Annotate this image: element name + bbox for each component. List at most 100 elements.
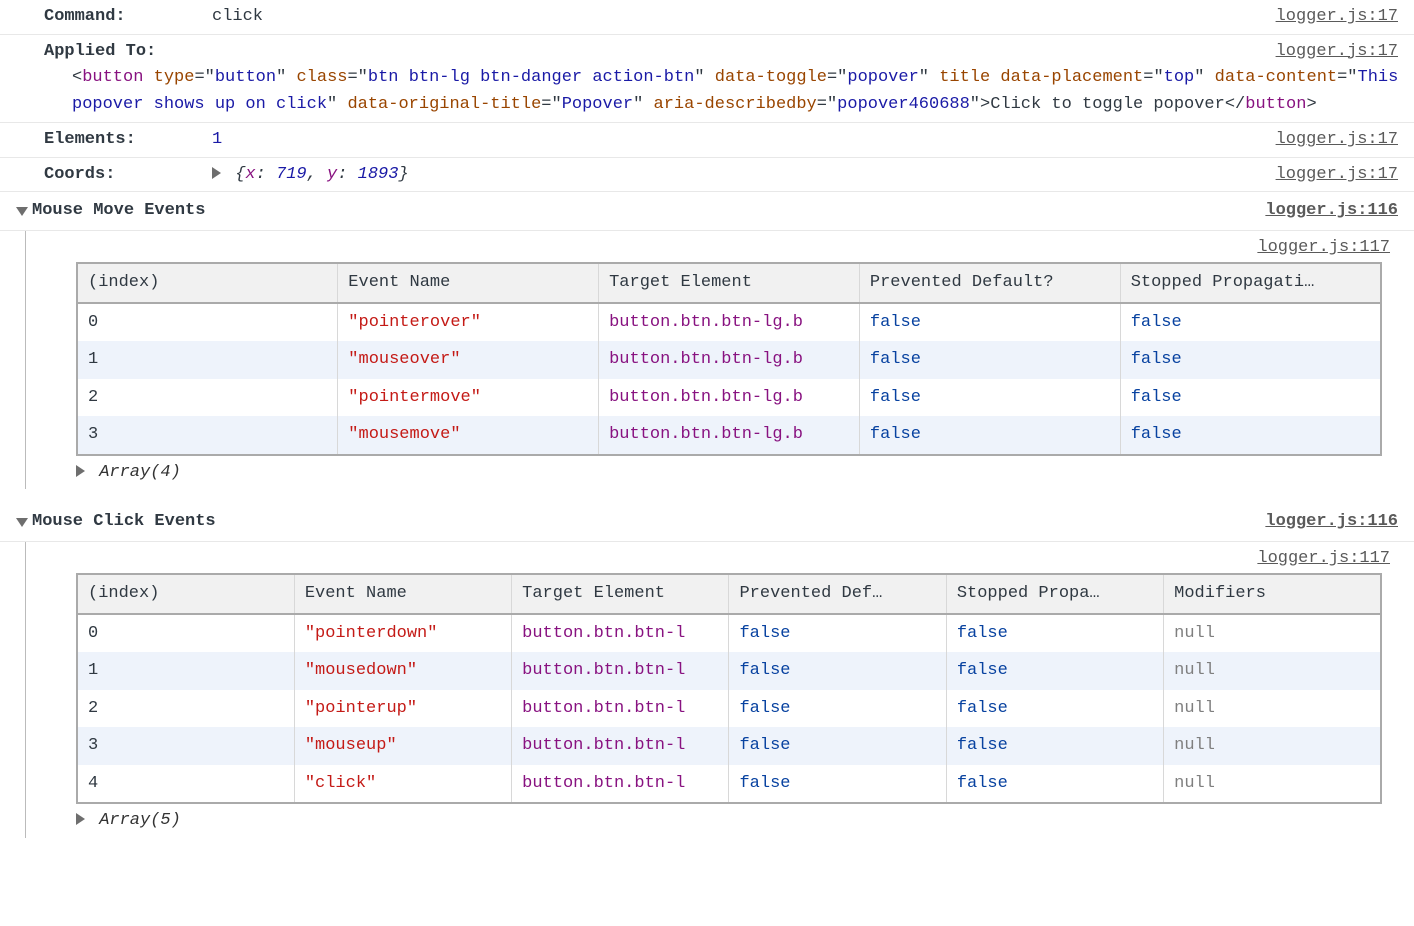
group-header-mouse-move[interactable]: Mouse Move Events logger.js:116 bbox=[0, 192, 1414, 231]
cell-prevented-default: false bbox=[729, 765, 946, 804]
devtools-console: Command: click logger.js:17 Applied To: … bbox=[0, 0, 1414, 838]
group-title: Mouse Move Events bbox=[32, 198, 205, 224]
cell-modifiers: null bbox=[1164, 765, 1381, 804]
cell-index: 4 bbox=[77, 765, 294, 804]
table-mouse-click-events: (index)Event NameTarget ElementPrevented… bbox=[76, 573, 1382, 804]
table-mouse-move-events: (index)Event NameTarget ElementPrevented… bbox=[76, 262, 1382, 456]
cell-target: button.btn.btn-l bbox=[512, 690, 729, 728]
cell-index: 0 bbox=[77, 303, 338, 342]
table-row[interactable]: 1"mousedown"button.btn.btn-lfalsefalsenu… bbox=[77, 652, 1381, 690]
triangle-right-icon[interactable] bbox=[76, 465, 85, 477]
row-command: Command: click logger.js:17 bbox=[0, 0, 1414, 35]
group-title: Mouse Click Events bbox=[32, 509, 216, 535]
cell-stopped-propagation: false bbox=[946, 690, 1163, 728]
source-link[interactable]: logger.js:17 bbox=[1276, 127, 1398, 153]
value-coords[interactable]: {x: 719, y: 1893} bbox=[212, 162, 1406, 188]
triangle-right-icon[interactable] bbox=[212, 167, 221, 179]
cell-prevented-default: false bbox=[729, 690, 946, 728]
triangle-right-icon[interactable] bbox=[76, 813, 85, 825]
cell-modifiers: null bbox=[1164, 652, 1381, 690]
table-row[interactable]: 4"click"button.btn.btn-lfalsefalsenull bbox=[77, 765, 1381, 804]
cell-stopped-propagation: false bbox=[1120, 416, 1381, 455]
table-row[interactable]: 0"pointerdown"button.btn.btn-lfalsefalse… bbox=[77, 614, 1381, 653]
label-command: Command: bbox=[44, 4, 212, 30]
triangle-down-icon[interactable] bbox=[16, 207, 28, 216]
cell-prevented-default: false bbox=[859, 416, 1120, 455]
group-header-mouse-click[interactable]: Mouse Click Events logger.js:116 bbox=[0, 503, 1414, 542]
table-header: Target Element bbox=[599, 263, 860, 303]
table-row[interactable]: 2"pointerup"button.btn.btn-lfalsefalsenu… bbox=[77, 690, 1381, 728]
table-row[interactable]: 3"mousemove"button.btn.btn-lg.bfalsefals… bbox=[77, 416, 1381, 455]
table-row[interactable]: 0"pointerover"button.btn.btn-lg.bfalsefa… bbox=[77, 303, 1381, 342]
cell-stopped-propagation: false bbox=[946, 727, 1163, 765]
table-header: Stopped Propagati… bbox=[1120, 263, 1381, 303]
table-header: Target Element bbox=[512, 574, 729, 614]
cell-index: 1 bbox=[77, 341, 338, 379]
cell-prevented-default: false bbox=[729, 652, 946, 690]
cell-target: button.btn.btn-lg.b bbox=[599, 379, 860, 417]
cell-target: button.btn.btn-lg.b bbox=[599, 303, 860, 342]
source-link[interactable]: logger.js:117 bbox=[1257, 549, 1390, 568]
group-body-mouse-move: logger.js:117 (index)Event NameTarget El… bbox=[0, 231, 1414, 490]
cell-modifiers: null bbox=[1164, 727, 1381, 765]
cell-event-name: "pointerup" bbox=[294, 690, 511, 728]
cell-index: 2 bbox=[77, 379, 338, 417]
value-elements: 1 bbox=[212, 127, 1406, 153]
cell-stopped-propagation: false bbox=[946, 614, 1163, 653]
table-header: Event Name bbox=[338, 263, 599, 303]
row-applied-to: Applied To: logger.js:17 <button type="b… bbox=[0, 35, 1414, 124]
cell-event-name: "pointerdown" bbox=[294, 614, 511, 653]
table-header: (index) bbox=[77, 263, 338, 303]
cell-stopped-propagation: false bbox=[1120, 303, 1381, 342]
cell-event-name: "click" bbox=[294, 765, 511, 804]
label-applied-to: Applied To: bbox=[44, 39, 212, 65]
table-header: Event Name bbox=[294, 574, 511, 614]
triangle-down-icon[interactable] bbox=[16, 518, 28, 527]
table-row[interactable]: 3"mouseup"button.btn.btn-lfalsefalsenull bbox=[77, 727, 1381, 765]
table-row[interactable]: 2"pointermove"button.btn.btn-lg.bfalsefa… bbox=[77, 379, 1381, 417]
cell-target: button.btn.btn-l bbox=[512, 652, 729, 690]
cell-event-name: "mousemove" bbox=[338, 416, 599, 455]
cell-modifiers: null bbox=[1164, 614, 1381, 653]
source-link[interactable]: logger.js:116 bbox=[1265, 509, 1398, 535]
source-link[interactable]: logger.js:17 bbox=[1276, 162, 1398, 188]
table-header: Modifiers bbox=[1164, 574, 1381, 614]
label-elements: Elements: bbox=[44, 127, 212, 153]
cell-event-name: "pointermove" bbox=[338, 379, 599, 417]
cell-prevented-default: false bbox=[729, 614, 946, 653]
source-link[interactable]: logger.js:117 bbox=[1257, 238, 1390, 257]
cell-event-name: "mouseup" bbox=[294, 727, 511, 765]
cell-prevented-default: false bbox=[859, 341, 1120, 379]
source-link[interactable]: logger.js:116 bbox=[1265, 198, 1398, 224]
group-body-mouse-click: logger.js:117 (index)Event NameTarget El… bbox=[0, 542, 1414, 838]
cell-target: button.btn.btn-l bbox=[512, 727, 729, 765]
cell-target: button.btn.btn-l bbox=[512, 614, 729, 653]
table-header: Stopped Propa… bbox=[946, 574, 1163, 614]
table-row[interactable]: 1"mouseover"button.btn.btn-lg.bfalsefals… bbox=[77, 341, 1381, 379]
source-link[interactable]: logger.js:17 bbox=[1276, 39, 1398, 65]
value-command: click bbox=[212, 4, 1406, 30]
html-dump[interactable]: <button type="button" class="btn btn-lg … bbox=[44, 64, 1406, 118]
array-footer[interactable]: Array(4) bbox=[76, 456, 1406, 486]
table-header: Prevented Default? bbox=[859, 263, 1120, 303]
cell-event-name: "pointerover" bbox=[338, 303, 599, 342]
label-coords: Coords: bbox=[44, 162, 212, 188]
row-coords: Coords: {x: 719, y: 1893} logger.js:17 bbox=[0, 158, 1414, 193]
cell-modifiers: null bbox=[1164, 690, 1381, 728]
cell-stopped-propagation: false bbox=[946, 652, 1163, 690]
cell-prevented-default: false bbox=[859, 379, 1120, 417]
cell-index: 1 bbox=[77, 652, 294, 690]
cell-prevented-default: false bbox=[729, 727, 946, 765]
cell-stopped-propagation: false bbox=[1120, 379, 1381, 417]
cell-index: 3 bbox=[77, 727, 294, 765]
cell-target: button.btn.btn-lg.b bbox=[599, 416, 860, 455]
cell-stopped-propagation: false bbox=[1120, 341, 1381, 379]
table-header: (index) bbox=[77, 574, 294, 614]
row-elements: Elements: 1 logger.js:17 bbox=[0, 123, 1414, 158]
cell-event-name: "mousedown" bbox=[294, 652, 511, 690]
cell-prevented-default: false bbox=[859, 303, 1120, 342]
cell-index: 3 bbox=[77, 416, 338, 455]
source-link[interactable]: logger.js:17 bbox=[1276, 4, 1398, 30]
cell-target: button.btn.btn-l bbox=[512, 765, 729, 804]
array-footer[interactable]: Array(5) bbox=[76, 804, 1406, 834]
